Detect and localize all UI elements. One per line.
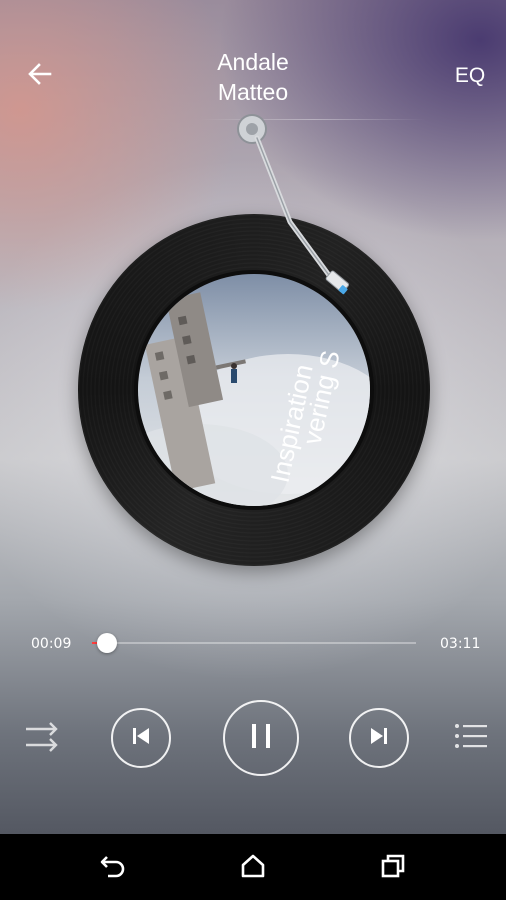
back-icon [99, 853, 127, 884]
header-divider [200, 119, 426, 120]
pause-icon [248, 722, 274, 755]
playback-controls [0, 690, 506, 786]
home-icon [240, 853, 266, 884]
playlist-button[interactable] [450, 717, 492, 759]
recents-icon [380, 853, 406, 884]
system-recents-button[interactable] [373, 848, 413, 888]
song-title-line-2: Matteo [217, 79, 289, 105]
vinyl-record: Inspiration vering S [78, 214, 430, 566]
system-navigation-bar [0, 834, 506, 900]
skip-previous-icon [130, 725, 152, 752]
song-title: Andale Matteo [153, 47, 353, 107]
shuffle-button[interactable] [22, 718, 64, 760]
song-title-line-1: Andale [217, 49, 289, 75]
shuffle-icon [24, 720, 62, 759]
previous-button[interactable] [111, 708, 171, 768]
album-art: Inspiration vering S [134, 270, 374, 510]
system-home-button[interactable] [233, 848, 273, 888]
system-back-button[interactable] [93, 848, 133, 888]
eq-button[interactable]: EQ [444, 60, 496, 92]
pause-button[interactable] [223, 700, 299, 776]
header: Andale Matteo EQ [0, 0, 506, 120]
elapsed-time: 00:09 [31, 636, 72, 652]
seek-bar[interactable] [92, 633, 416, 653]
progress-section: 00:09 03:11 [0, 622, 506, 666]
back-button[interactable] [22, 58, 58, 94]
total-time: 03:11 [440, 636, 481, 652]
playlist-icon [454, 721, 488, 756]
seek-thumb[interactable] [97, 633, 117, 653]
next-button[interactable] [349, 708, 409, 768]
arrow-left-icon [26, 60, 54, 93]
skip-next-icon [368, 725, 390, 752]
